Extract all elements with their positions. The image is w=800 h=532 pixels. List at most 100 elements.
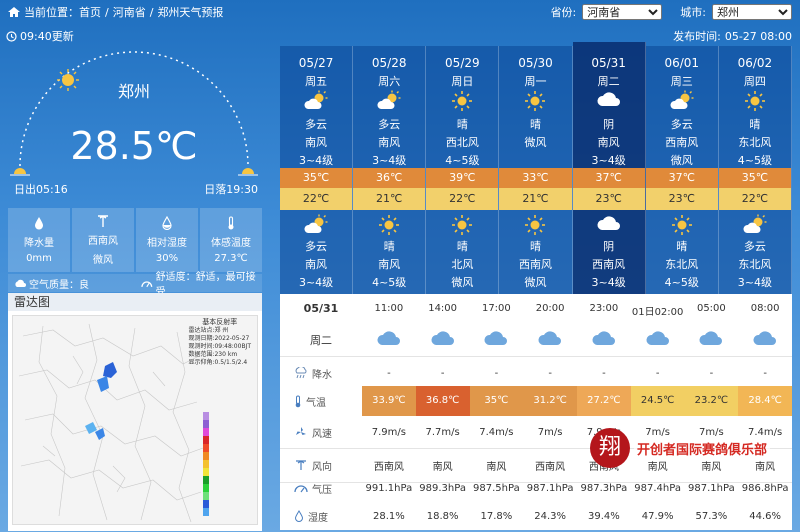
forecast-night-wind: 南风 <box>378 258 401 271</box>
cloud-icon <box>646 331 669 345</box>
forecast-day[interactable]: 06/01 周三 多云 西南风 微风 37℃ 23℃ 晴东北风 4~5级 <box>645 46 719 294</box>
forecast-night-weather: 晴 <box>676 240 688 253</box>
forecast-day[interactable]: 06/02 周四晴东北风 4~5级 35℃ 22℃ 多云 东北风 3~4级 <box>718 46 792 294</box>
forecast-date: 05/30 <box>518 56 553 70</box>
forecast-night-weather: 晴 <box>383 240 395 253</box>
sunrise-time: 日出05:16 <box>14 183 68 196</box>
radar-map[interactable]: 基本反射率 雷达站点:郑 州 观测日期:2022-05-27 观测时间:09:4… <box>12 315 258 525</box>
forecast-low-temp: 21℃ <box>353 188 426 210</box>
breadcrumb-current: 郑州天气预报 <box>157 6 224 19</box>
watermark: 翔 开创者国际赛鸽俱乐部 <box>590 424 790 472</box>
comfort-level: 舒适度：舒适，最可接受 <box>135 272 262 298</box>
forecast-day[interactable]: 05/29 周日晴西北风 4~5级 39℃ 22℃ 晴北风 微风 <box>426 46 500 294</box>
breadcrumb-home[interactable]: 首页 <box>79 4 101 20</box>
hourly-weather-icon <box>470 329 524 347</box>
watermark-logo: 翔 <box>590 428 630 468</box>
cloud-icon <box>377 331 400 345</box>
home-icon <box>8 7 20 17</box>
cloud-icon <box>753 331 777 345</box>
forecast-date: 05/27 <box>298 56 334 70</box>
humidity-icon <box>294 510 304 522</box>
forecast-weekday: 周四 <box>743 75 766 88</box>
hourly-pressure: 989.3hPa <box>419 482 466 494</box>
hourly-pressure: 987.1hPa <box>526 482 574 494</box>
forecast-day-weather: 晴 <box>529 118 541 131</box>
forecast-weekday: 周三 <box>670 75 693 88</box>
stat-label: 体感温度 <box>211 238 251 249</box>
province-select[interactable]: 河南省 <box>582 4 663 20</box>
breadcrumb-separator: / <box>105 5 109 19</box>
partly-cloudy-icon <box>743 214 767 233</box>
hourly-time: 01日02:00 <box>631 306 684 318</box>
forecast-night-level: 4~5级 <box>372 276 407 289</box>
sun-icon <box>744 91 765 111</box>
stat-wind: 西南风 微风 <box>72 208 134 272</box>
sun-icon <box>452 91 473 111</box>
hourly-time: 11:00 <box>374 302 404 314</box>
forecast-day-weather: 多云 <box>670 118 693 131</box>
forecast-high-temp: 36℃ <box>353 168 426 188</box>
sun-icon <box>525 91 546 111</box>
forecast-weekday: 周日 <box>451 75 474 88</box>
forecast-date: 05/31 <box>591 56 626 70</box>
forecast-day-wind: 南风 <box>378 136 401 149</box>
sunrise-icon <box>10 168 30 176</box>
forecast-day-icon <box>573 90 645 108</box>
forecast-day[interactable]: 05/30 周一晴微风 33℃ 21℃ 晴西南风 微风 <box>499 46 573 294</box>
forecast-night-icon <box>573 214 645 232</box>
current-temperature: 28.5℃ <box>70 124 198 168</box>
hourly-time: 20:00 <box>535 302 565 314</box>
seven-day-forecast: 05/27 周五 多云 南风 3~4级 35℃ 22℃ 多云 南风 3~4级 05/28 周六 多云 南风… <box>280 42 792 294</box>
row-label: 气温 <box>306 397 326 409</box>
forecast-day-weather: 晴 <box>456 118 468 131</box>
forecast-night-icon <box>646 214 718 236</box>
forecast-night-weather: 多云 <box>743 240 766 253</box>
city-name: 郑州 <box>117 82 150 101</box>
cloud-icon <box>484 331 508 345</box>
hourly-humidity: 28.1% <box>372 510 405 522</box>
sun-arc: 郑州 28.5℃ 日出05:16 日落19:30 <box>6 44 262 196</box>
pressure-icon <box>294 485 308 493</box>
gauge-icon <box>141 281 153 288</box>
stat-feels-like: 体感温度 27.3℃ <box>200 208 262 272</box>
rain-icon <box>295 367 307 379</box>
forecast-night-wind: 西南风 <box>592 258 626 271</box>
breadcrumb-province[interactable]: 河南省 <box>113 4 146 20</box>
hourly-time: 17:00 <box>481 302 511 314</box>
forecast-low-temp: 22℃ <box>426 188 499 210</box>
clock-icon <box>6 30 17 42</box>
stat-value: 30% <box>155 253 179 264</box>
forecast-night-level: 微风 <box>451 276 474 289</box>
province-label: 省份: <box>550 6 577 19</box>
cloud-icon <box>431 331 454 345</box>
top-bar: 当前位置： 首页 / 河南省 / 郑州天气预报 省份: 河南省 城市: 郑州 <box>0 0 800 24</box>
hourly-rain: - <box>548 367 552 379</box>
city-select[interactable]: 郑州 <box>712 4 792 20</box>
sun-path <box>10 51 258 176</box>
forecast-night-weather: 多云 <box>305 240 328 253</box>
radar-info-line: 雷达站点:郑 州 <box>188 327 229 334</box>
hourly-humidity: 24.3% <box>534 510 567 522</box>
raindrop-icon <box>35 217 43 230</box>
forecast-day-icon <box>719 90 791 112</box>
cloud-icon <box>592 331 615 345</box>
partly-cloudy-icon <box>670 90 694 109</box>
forecast-day[interactable]: 05/31 周二阴南风 3~4级 37℃ 23℃ 阴西南风 3~4级 <box>572 42 646 294</box>
humidity-icon <box>162 216 172 230</box>
hourly-humidity-row: 湿度 28.1% 18.8% 17.8% 24.3% 39.4% 47.9% 57.3% 44… <box>280 502 792 530</box>
forecast-weekday: 周二 <box>597 75 620 88</box>
forecast-day[interactable]: 05/28 周六 多云 南风 3~4级 36℃ 21℃ 晴南风 4~5级 <box>353 46 427 294</box>
hourly-temp: 35℃ <box>469 386 524 416</box>
sun-icon <box>671 215 692 235</box>
forecast-night-weather: 阴 <box>603 240 615 253</box>
forecast-high-temp: 35℃ <box>280 168 353 188</box>
stat-label: 西南风 <box>88 236 118 247</box>
radar-echo <box>85 362 117 440</box>
hourly-temp: 28.4℃ <box>738 386 792 416</box>
forecast-night-weather: 晴 <box>529 240 541 253</box>
hourly-rain: - <box>494 367 499 379</box>
update-time: 09:40更新 <box>6 28 74 44</box>
forecast-day-icon <box>646 90 718 112</box>
forecast-day[interactable]: 05/27 周五 多云 南风 3~4级 35℃ 22℃ 多云 南风 3~4级 <box>280 46 354 294</box>
forecast-low-temp: 22℃ <box>280 188 353 210</box>
